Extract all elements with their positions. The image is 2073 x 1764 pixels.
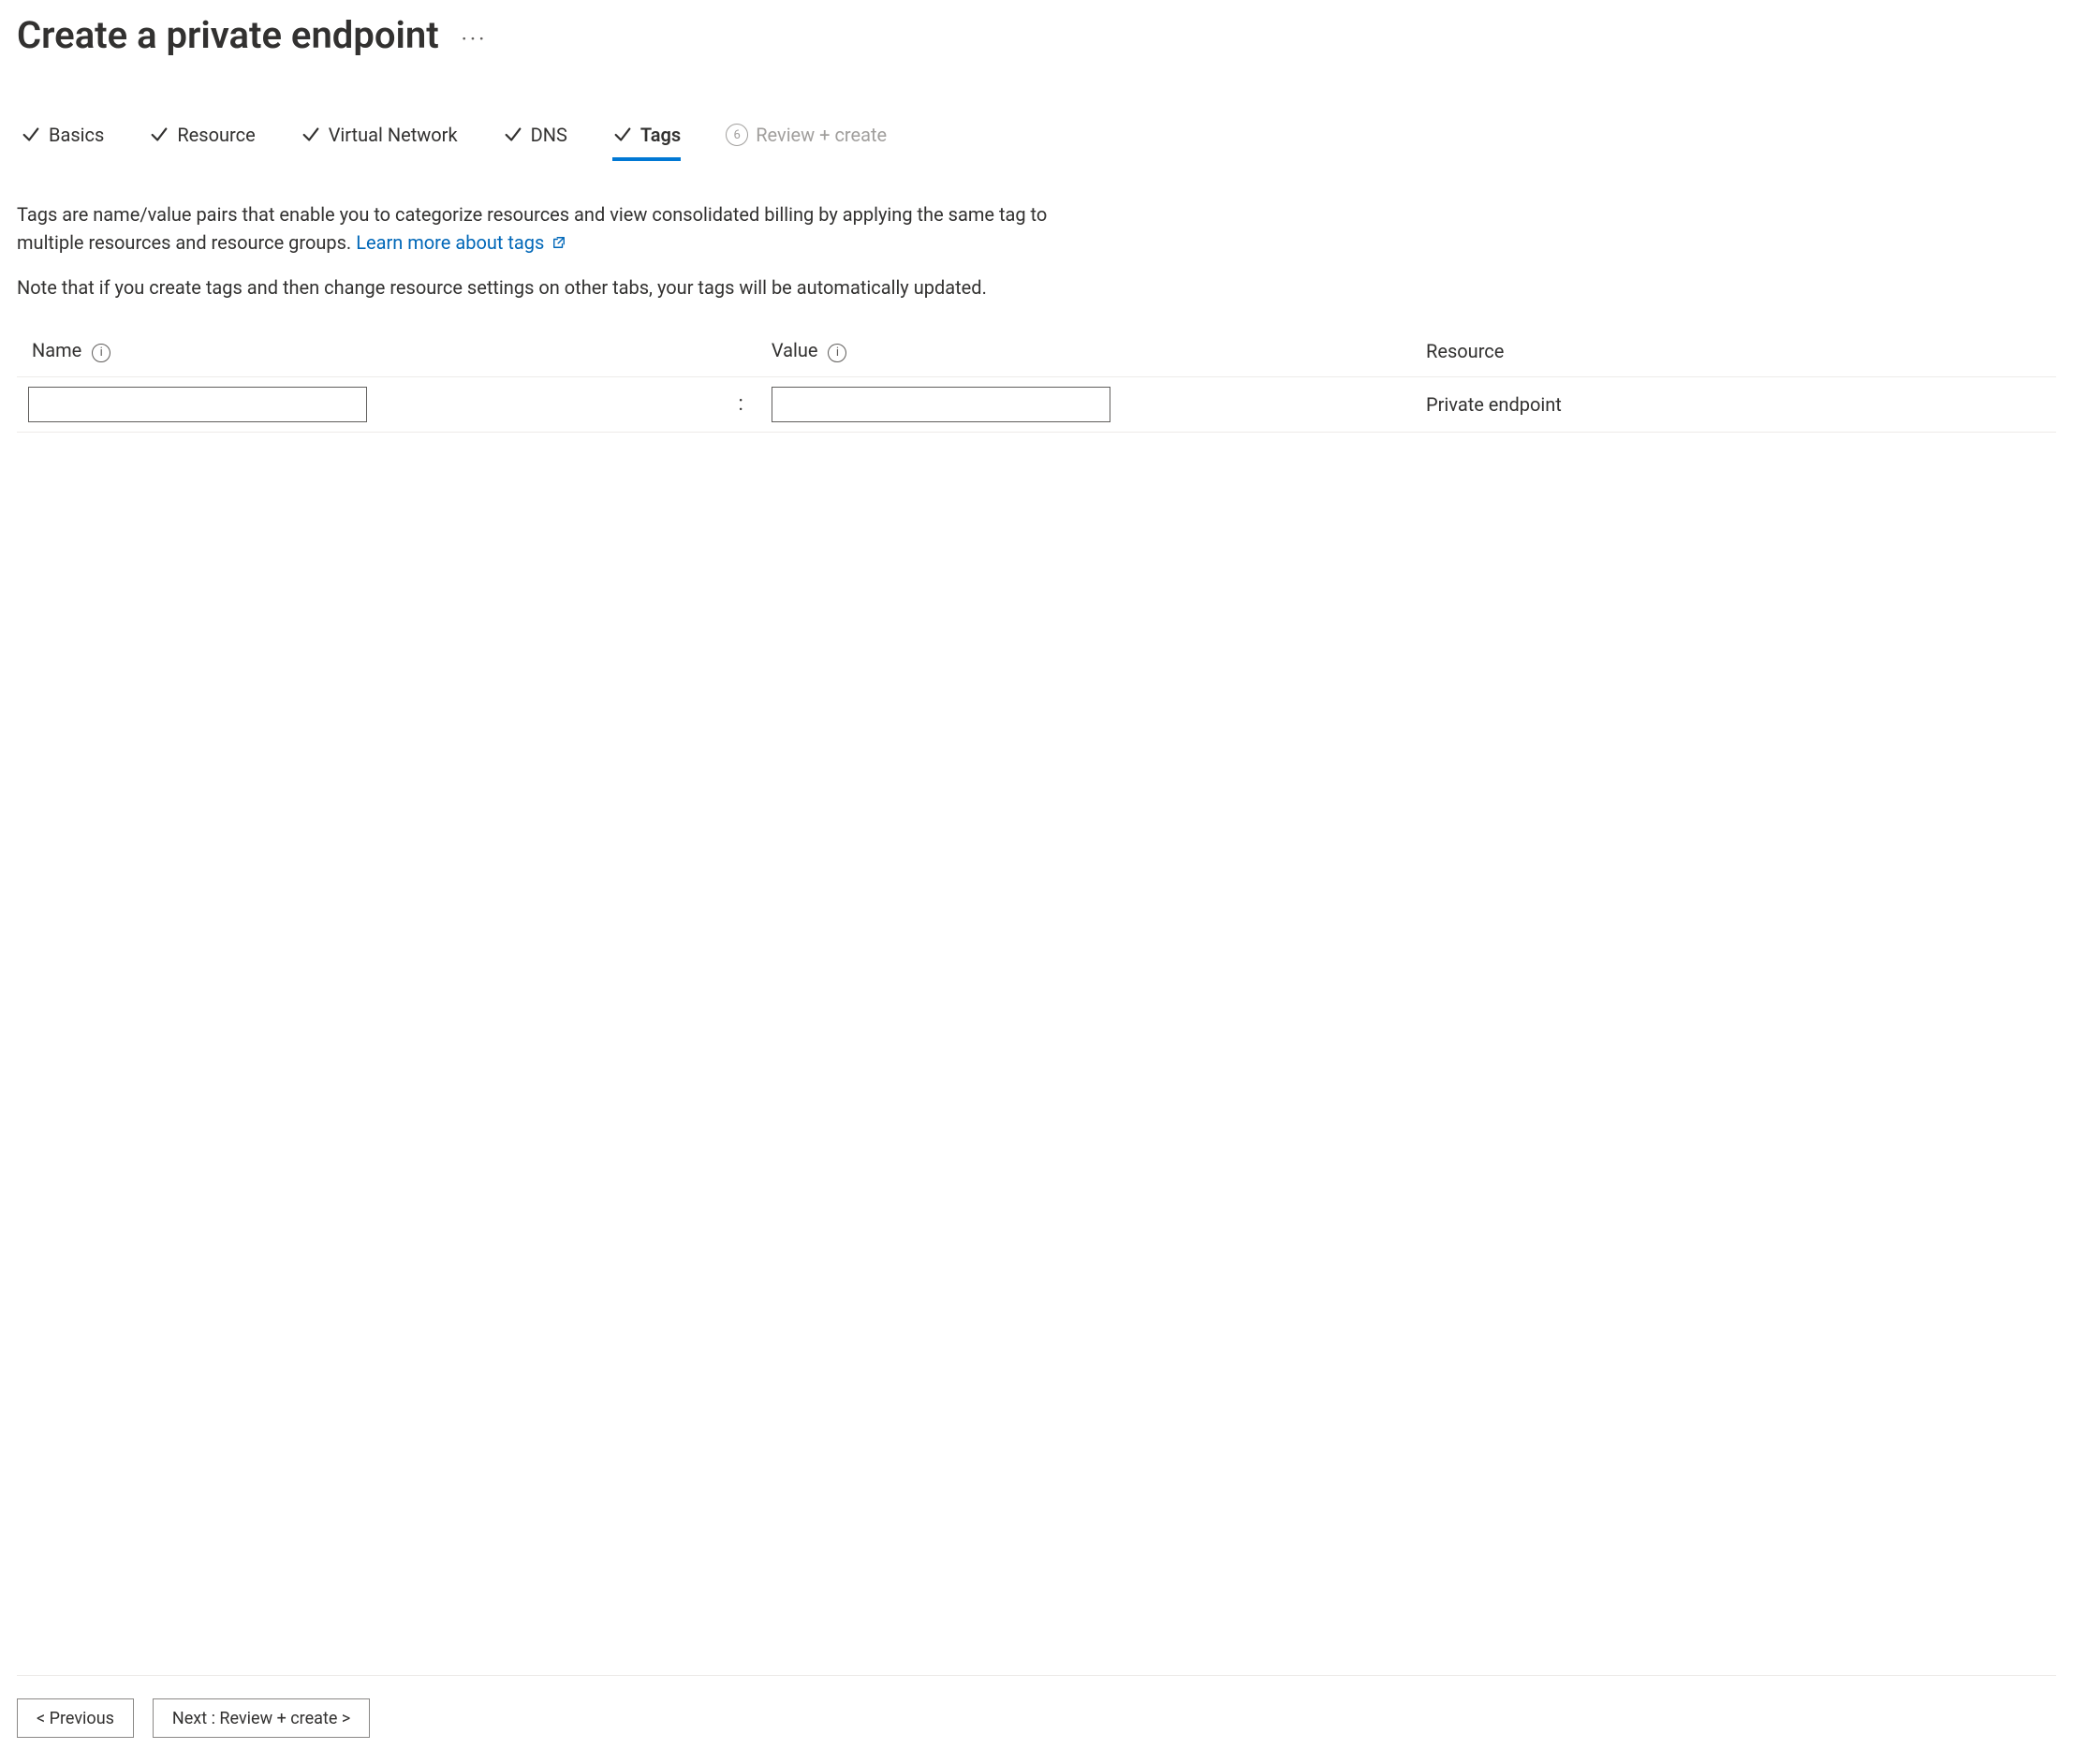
previous-button[interactable]: < Previous	[17, 1698, 134, 1738]
separator: :	[711, 376, 772, 432]
column-header-value: Value i	[772, 339, 1404, 376]
tab-tags[interactable]: Tags	[612, 124, 681, 161]
wizard-tabs: Basics Resource Virtual Network DNS Tags	[17, 124, 2056, 161]
next-button[interactable]: Next : Review + create >	[153, 1698, 370, 1738]
check-icon	[612, 125, 633, 145]
tab-virtual-network[interactable]: Virtual Network	[301, 124, 458, 161]
column-header-name: Name i	[17, 339, 711, 376]
tab-label: DNS	[531, 124, 567, 146]
learn-more-link[interactable]: Learn more about tags	[356, 231, 566, 254]
tab-label: Review + create	[756, 124, 887, 146]
more-icon[interactable]: ···	[462, 21, 488, 51]
check-icon	[21, 125, 41, 145]
step-number-icon: 6	[726, 124, 748, 146]
tab-label: Tags	[640, 124, 681, 146]
check-icon	[503, 125, 523, 145]
check-icon	[149, 125, 169, 145]
tab-basics[interactable]: Basics	[21, 124, 104, 161]
table-row: : Private endpoint	[17, 376, 2056, 432]
wizard-footer: < Previous Next : Review + create >	[17, 1675, 2056, 1764]
external-link-icon	[552, 236, 566, 249]
column-header-resource: Resource	[1404, 339, 2056, 376]
tab-resource[interactable]: Resource	[149, 124, 255, 161]
tag-resource: Private endpoint	[1404, 393, 2056, 416]
page-title: Create a private endpoint	[17, 15, 439, 56]
tab-dns[interactable]: DNS	[503, 124, 567, 161]
tag-name-input[interactable]	[28, 387, 367, 422]
info-icon[interactable]: i	[92, 344, 110, 362]
tags-description: Tags are name/value pairs that enable yo…	[17, 200, 1103, 257]
tab-label: Virtual Network	[329, 124, 458, 146]
tag-value-input[interactable]	[772, 387, 1110, 422]
tab-review-create: 6 Review + create	[726, 124, 887, 161]
tags-note: Note that if you create tags and then ch…	[17, 273, 1103, 301]
check-icon	[301, 125, 321, 145]
info-icon[interactable]: i	[828, 344, 846, 362]
tab-label: Basics	[49, 124, 104, 146]
tab-label: Resource	[177, 124, 255, 146]
tags-table: Name i Value i Resource :	[17, 339, 2056, 433]
